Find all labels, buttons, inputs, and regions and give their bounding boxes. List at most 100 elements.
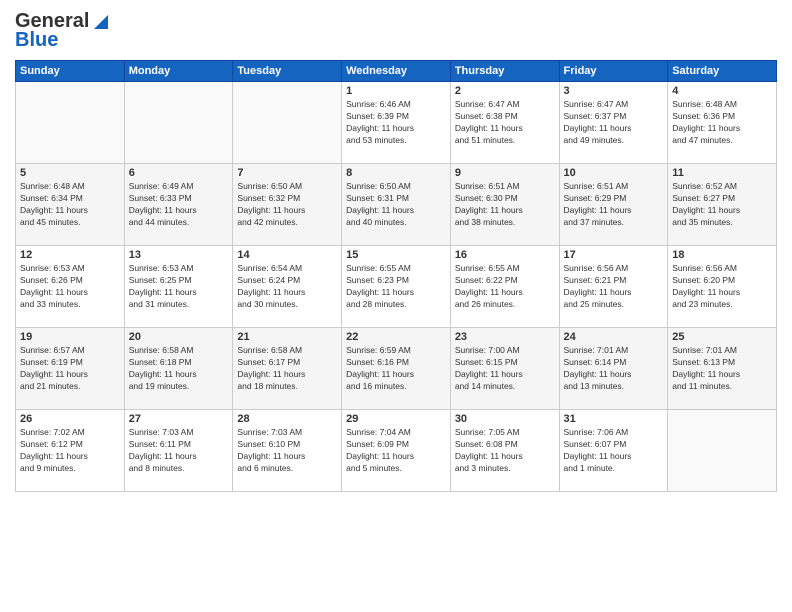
- day-info: Sunrise: 6:54 AM Sunset: 6:24 PM Dayligh…: [237, 263, 337, 311]
- calendar-header-saturday: Saturday: [668, 61, 777, 82]
- day-number: 12: [20, 249, 120, 261]
- day-info: Sunrise: 6:59 AM Sunset: 6:16 PM Dayligh…: [346, 345, 446, 393]
- header: General Blue: [15, 10, 777, 52]
- logo-blue: Blue: [15, 29, 58, 52]
- calendar-cell: 29 Sunrise: 7:04 AM Sunset: 6:09 PM Dayli…: [342, 410, 451, 492]
- day-info: Sunrise: 7:02 AM Sunset: 6:12 PM Dayligh…: [20, 427, 120, 475]
- calendar-cell: 16 Sunrise: 6:55 AM Sunset: 6:22 PM Dayli…: [450, 246, 559, 328]
- day-number: 30: [455, 413, 555, 425]
- calendar-cell: 13 Sunrise: 6:53 AM Sunset: 6:25 PM Dayli…: [124, 246, 233, 328]
- day-number: 7: [237, 167, 337, 179]
- calendar-cell: 26 Sunrise: 7:02 AM Sunset: 6:12 PM Dayli…: [16, 410, 125, 492]
- day-number: 5: [20, 167, 120, 179]
- day-number: 16: [455, 249, 555, 261]
- day-number: 29: [346, 413, 446, 425]
- day-info: Sunrise: 7:05 AM Sunset: 6:08 PM Dayligh…: [455, 427, 555, 475]
- calendar-cell: 7 Sunrise: 6:50 AM Sunset: 6:32 PM Daylig…: [233, 164, 342, 246]
- day-info: Sunrise: 7:04 AM Sunset: 6:09 PM Dayligh…: [346, 427, 446, 475]
- day-info: Sunrise: 6:48 AM Sunset: 6:36 PM Dayligh…: [672, 99, 772, 147]
- calendar-cell: 25Sunrise: 7:01 AM Sunset: 6:13 PM Dayli…: [668, 328, 777, 410]
- day-number: 26: [20, 413, 120, 425]
- calendar-header-monday: Monday: [124, 61, 233, 82]
- calendar-cell: 2 Sunrise: 6:47 AM Sunset: 6:38 PM Daylig…: [450, 82, 559, 164]
- day-number: 2: [455, 85, 555, 97]
- calendar-cell: 22 Sunrise: 6:59 AM Sunset: 6:16 PM Dayli…: [342, 328, 451, 410]
- day-number: 19: [20, 331, 120, 343]
- logo: General Blue: [15, 10, 108, 52]
- calendar-cell: 5 Sunrise: 6:48 AM Sunset: 6:34 PM Daylig…: [16, 164, 125, 246]
- day-info: Sunrise: 6:52 AM Sunset: 6:27 PM Dayligh…: [672, 181, 772, 229]
- day-number: 13: [129, 249, 229, 261]
- calendar-cell: 30 Sunrise: 7:05 AM Sunset: 6:08 PM Dayli…: [450, 410, 559, 492]
- day-number: 27: [129, 413, 229, 425]
- calendar-cell: 21 Sunrise: 6:58 AM Sunset: 6:17 PM Dayli…: [233, 328, 342, 410]
- day-info: Sunrise: 6:53 AM Sunset: 6:25 PM Dayligh…: [129, 263, 229, 311]
- calendar-cell: 19 Sunrise: 6:57 AM Sunset: 6:19 PM Dayli…: [16, 328, 125, 410]
- day-info: Sunrise: 6:53 AM Sunset: 6:26 PM Dayligh…: [20, 263, 120, 311]
- day-info: Sunrise: 6:58 AM Sunset: 6:17 PM Dayligh…: [237, 345, 337, 393]
- calendar-header-friday: Friday: [559, 61, 668, 82]
- day-number: 3: [564, 85, 664, 97]
- calendar-week-2: 5 Sunrise: 6:48 AM Sunset: 6:34 PM Daylig…: [16, 164, 777, 246]
- day-number: 22: [346, 331, 446, 343]
- calendar-cell: 14 Sunrise: 6:54 AM Sunset: 6:24 PM Dayli…: [233, 246, 342, 328]
- day-info: Sunrise: 6:56 AM Sunset: 6:21 PM Dayligh…: [564, 263, 664, 311]
- day-info: Sunrise: 7:03 AM Sunset: 6:11 PM Dayligh…: [129, 427, 229, 475]
- day-info: Sunrise: 6:47 AM Sunset: 6:38 PM Dayligh…: [455, 99, 555, 147]
- calendar-header-sunday: Sunday: [16, 61, 125, 82]
- calendar-cell: 20Sunrise: 6:58 AM Sunset: 6:18 PM Dayli…: [124, 328, 233, 410]
- day-info: Sunrise: 6:46 AM Sunset: 6:39 PM Dayligh…: [346, 99, 446, 147]
- calendar-week-3: 12 Sunrise: 6:53 AM Sunset: 6:26 PM Dayli…: [16, 246, 777, 328]
- day-number: 6: [129, 167, 229, 179]
- calendar-header-wednesday: Wednesday: [342, 61, 451, 82]
- day-info: Sunrise: 7:03 AM Sunset: 6:10 PM Dayligh…: [237, 427, 337, 475]
- day-info: Sunrise: 6:48 AM Sunset: 6:34 PM Dayligh…: [20, 181, 120, 229]
- calendar-cell: [668, 410, 777, 492]
- day-info: Sunrise: 6:58 AM Sunset: 6:18 PM Dayligh…: [129, 345, 229, 393]
- day-info: Sunrise: 6:56 AM Sunset: 6:20 PM Dayligh…: [672, 263, 772, 311]
- day-number: 14: [237, 249, 337, 261]
- day-info: Sunrise: 6:55 AM Sunset: 6:22 PM Dayligh…: [455, 263, 555, 311]
- day-info: Sunrise: 6:51 AM Sunset: 6:30 PM Dayligh…: [455, 181, 555, 229]
- day-info: Sunrise: 6:47 AM Sunset: 6:37 PM Dayligh…: [564, 99, 664, 147]
- calendar-week-1: 1 Sunrise: 6:46 AM Sunset: 6:39 PM Daylig…: [16, 82, 777, 164]
- day-info: Sunrise: 7:01 AM Sunset: 6:14 PM Dayligh…: [564, 345, 664, 393]
- calendar-cell: 24Sunrise: 7:01 AM Sunset: 6:14 PM Dayli…: [559, 328, 668, 410]
- calendar-cell: [124, 82, 233, 164]
- calendar-cell: 15Sunrise: 6:55 AM Sunset: 6:23 PM Dayli…: [342, 246, 451, 328]
- day-number: 1: [346, 85, 446, 97]
- day-info: Sunrise: 6:50 AM Sunset: 6:31 PM Dayligh…: [346, 181, 446, 229]
- day-number: 25: [672, 331, 772, 343]
- day-info: Sunrise: 7:06 AM Sunset: 6:07 PM Dayligh…: [564, 427, 664, 475]
- day-number: 11: [672, 167, 772, 179]
- calendar-cell: 27 Sunrise: 7:03 AM Sunset: 6:11 PM Dayli…: [124, 410, 233, 492]
- calendar-week-5: 26 Sunrise: 7:02 AM Sunset: 6:12 PM Dayli…: [16, 410, 777, 492]
- calendar-cell: 10 Sunrise: 6:51 AM Sunset: 6:29 PM Dayli…: [559, 164, 668, 246]
- calendar-cell: 28 Sunrise: 7:03 AM Sunset: 6:10 PM Dayli…: [233, 410, 342, 492]
- calendar-cell: 23 Sunrise: 7:00 AM Sunset: 6:15 PM Dayli…: [450, 328, 559, 410]
- day-number: 10: [564, 167, 664, 179]
- calendar-cell: 18Sunrise: 6:56 AM Sunset: 6:20 PM Dayli…: [668, 246, 777, 328]
- calendar-header-row: SundayMondayTuesdayWednesdayThursdayFrid…: [16, 61, 777, 82]
- calendar-week-4: 19 Sunrise: 6:57 AM Sunset: 6:19 PM Dayli…: [16, 328, 777, 410]
- day-info: Sunrise: 6:51 AM Sunset: 6:29 PM Dayligh…: [564, 181, 664, 229]
- day-number: 23: [455, 331, 555, 343]
- day-number: 31: [564, 413, 664, 425]
- calendar-cell: 9Sunrise: 6:51 AM Sunset: 6:30 PM Daylig…: [450, 164, 559, 246]
- calendar-cell: 4 Sunrise: 6:48 AM Sunset: 6:36 PM Daylig…: [668, 82, 777, 164]
- day-number: 17: [564, 249, 664, 261]
- calendar-header-thursday: Thursday: [450, 61, 559, 82]
- calendar-cell: 1 Sunrise: 6:46 AM Sunset: 6:39 PM Daylig…: [342, 82, 451, 164]
- day-number: 8: [346, 167, 446, 179]
- day-info: Sunrise: 7:00 AM Sunset: 6:15 PM Dayligh…: [455, 345, 555, 393]
- day-number: 28: [237, 413, 337, 425]
- day-info: Sunrise: 6:50 AM Sunset: 6:32 PM Dayligh…: [237, 181, 337, 229]
- logo-triangle-icon: [90, 13, 108, 31]
- calendar-table: SundayMondayTuesdayWednesdayThursdayFrid…: [15, 60, 777, 492]
- day-number: 21: [237, 331, 337, 343]
- day-number: 4: [672, 85, 772, 97]
- day-info: Sunrise: 6:49 AM Sunset: 6:33 PM Dayligh…: [129, 181, 229, 229]
- day-info: Sunrise: 6:57 AM Sunset: 6:19 PM Dayligh…: [20, 345, 120, 393]
- calendar-cell: [16, 82, 125, 164]
- calendar-cell: [233, 82, 342, 164]
